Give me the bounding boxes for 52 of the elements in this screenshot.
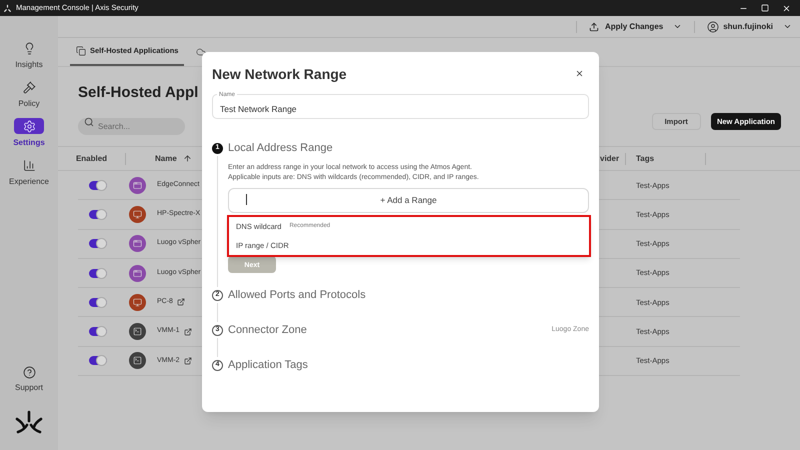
brand-logo-icon <box>15 410 43 436</box>
search-icon <box>84 116 94 126</box>
step-title[interactable]: Connector Zone <box>228 322 307 338</box>
toggle-switch[interactable] <box>89 239 107 248</box>
page-title: Self-Hosted Appl <box>78 83 200 103</box>
help-icon <box>22 366 36 379</box>
upload-icon <box>588 22 599 32</box>
step-title[interactable]: Local Address Range <box>228 140 333 156</box>
close-button[interactable] <box>575 69 584 78</box>
close-icon[interactable] <box>782 4 791 12</box>
gear-icon <box>22 120 36 132</box>
external-link-icon[interactable] <box>184 356 192 365</box>
dialog-title: New Network Range <box>212 65 347 84</box>
apps-icon <box>76 46 86 56</box>
toggle-switch[interactable] <box>89 210 107 219</box>
toggle-switch[interactable] <box>89 180 107 190</box>
apply-changes-button[interactable]: Apply Changes <box>588 20 682 32</box>
column-header[interactable]: Name <box>155 152 177 164</box>
column-header: Enabled <box>76 152 108 164</box>
terminal-app-icon <box>129 323 146 340</box>
web-app-icon <box>129 176 146 194</box>
desktop-app-icon <box>129 294 146 311</box>
caret-icon <box>783 22 792 31</box>
toggle-switch[interactable] <box>89 356 107 366</box>
sidebar-item[interactable]: Insights <box>0 40 58 79</box>
maximize-icon[interactable] <box>761 4 769 12</box>
terminal-app-icon <box>129 352 146 370</box>
sort-arrow-icon <box>182 154 192 163</box>
column-header: vider <box>600 154 620 162</box>
desktop-app-icon <box>129 206 146 223</box>
user-menu[interactable]: shun.fujinoki <box>707 20 792 32</box>
support-item[interactable]: Support <box>14 366 44 394</box>
external-link-icon[interactable] <box>184 328 192 336</box>
search-field[interactable]: Search... <box>78 118 185 135</box>
user-icon <box>707 20 720 32</box>
sidebar-item[interactable]: Policy <box>0 79 58 118</box>
web-app-icon <box>129 264 146 282</box>
toggle-switch[interactable] <box>89 298 107 307</box>
app-logo-icon <box>3 4 12 12</box>
gavel-icon <box>22 80 36 94</box>
caret-icon <box>673 22 682 31</box>
chart-icon <box>22 158 36 172</box>
step-title[interactable]: Allowed Ports and Protocols <box>228 287 366 304</box>
web-app-icon <box>129 235 146 252</box>
toggle-switch[interactable] <box>89 327 107 336</box>
toggle-switch[interactable] <box>89 268 107 278</box>
external-link-icon[interactable] <box>176 298 185 306</box>
range-field[interactable]: + Add a Range <box>228 188 589 212</box>
step-title[interactable]: Application Tags <box>228 357 308 374</box>
sidebar-item[interactable]: Settings <box>0 118 58 157</box>
sidebar-item[interactable]: Experience <box>0 157 58 196</box>
column-header: Tags <box>636 154 654 162</box>
